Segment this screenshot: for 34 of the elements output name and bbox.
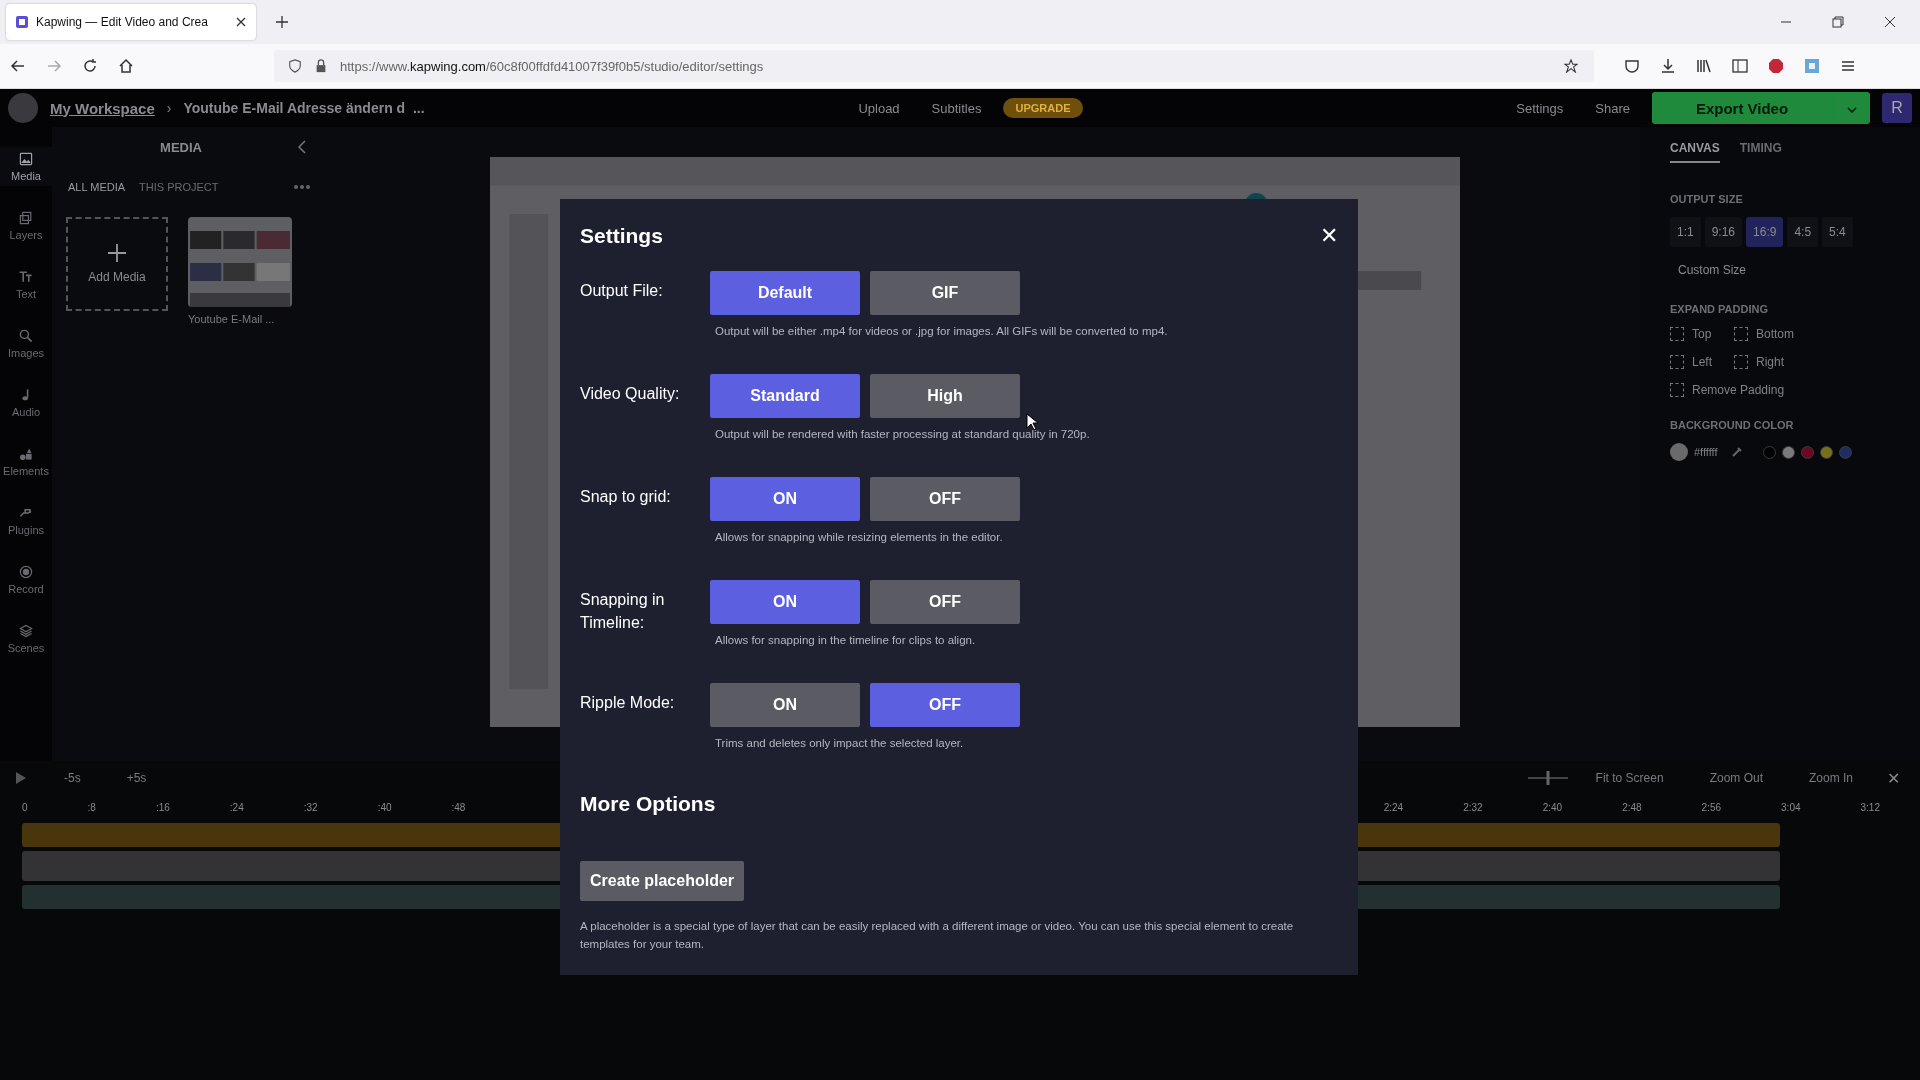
section-label: OUTPUT SIZE <box>1670 193 1744 205</box>
time-tick: :8 <box>87 801 96 813</box>
setting-description: Trims and deletes only impact the selected layer. <box>714 737 965 749</box>
section-heading: More Options <box>580 792 717 816</box>
time-tick: 2:32 <box>1463 801 1483 813</box>
breadcrumb-separator: › <box>166 100 172 116</box>
media-name: Youtube E-Mail ... <box>188 313 276 325</box>
time-tick: :40 <box>377 801 392 813</box>
setting-description: Allows for snapping in the timeline for clips to align. <box>714 634 977 646</box>
time-tick: 3:12 <box>1860 801 1880 813</box>
setting-label: Snap to grid: <box>580 487 672 507</box>
time-tick: 2:24 <box>1383 801 1404 813</box>
setting-description: Output will be rendered with faster processing at standard quality in 720p. <box>714 428 1090 440</box>
time-tick: 3:04 <box>1781 801 1801 813</box>
url-text: https://www.kapwing.com/60c8f00ffdfd41007f39f0b5/studio/editor/settings <box>340 58 764 74</box>
time-tick: 2:56 <box>1701 801 1722 813</box>
time-tick: 2:40 <box>1542 801 1563 813</box>
setting-label: Snapping in Timeline: <box>580 590 666 633</box>
time-tick: :24 <box>229 801 244 813</box>
time-tick: :16 <box>155 801 170 813</box>
setting-description: Output will be either .mp4 for videos or .jpg for images. All GIFs will be converted to mp4. <box>714 325 1168 337</box>
panel-title: MEDIA <box>160 139 202 155</box>
time-tick: :48 <box>451 801 466 813</box>
setting-label: Output File: <box>580 281 664 301</box>
setting-label: Video Quality: <box>580 384 681 404</box>
time-tick: :32 <box>303 801 318 813</box>
time-tick: 2:48 <box>1622 801 1642 813</box>
dialog-title: Settings <box>580 224 663 248</box>
section-label: BACKGROUND COLOR <box>1670 419 1795 431</box>
setting-label: Ripple Mode: <box>580 693 676 713</box>
setting-description: Allows for snapping while resizing elements in the editor. <box>714 531 1004 543</box>
placeholder-description: A placeholder is a special type of layer that can be easily replaced with a different image or video. You can use this special element to create templates for your team. <box>580 919 1295 952</box>
section-label: EXPAND PADDING <box>1670 303 1769 315</box>
time-tick: 0 <box>22 801 28 813</box>
